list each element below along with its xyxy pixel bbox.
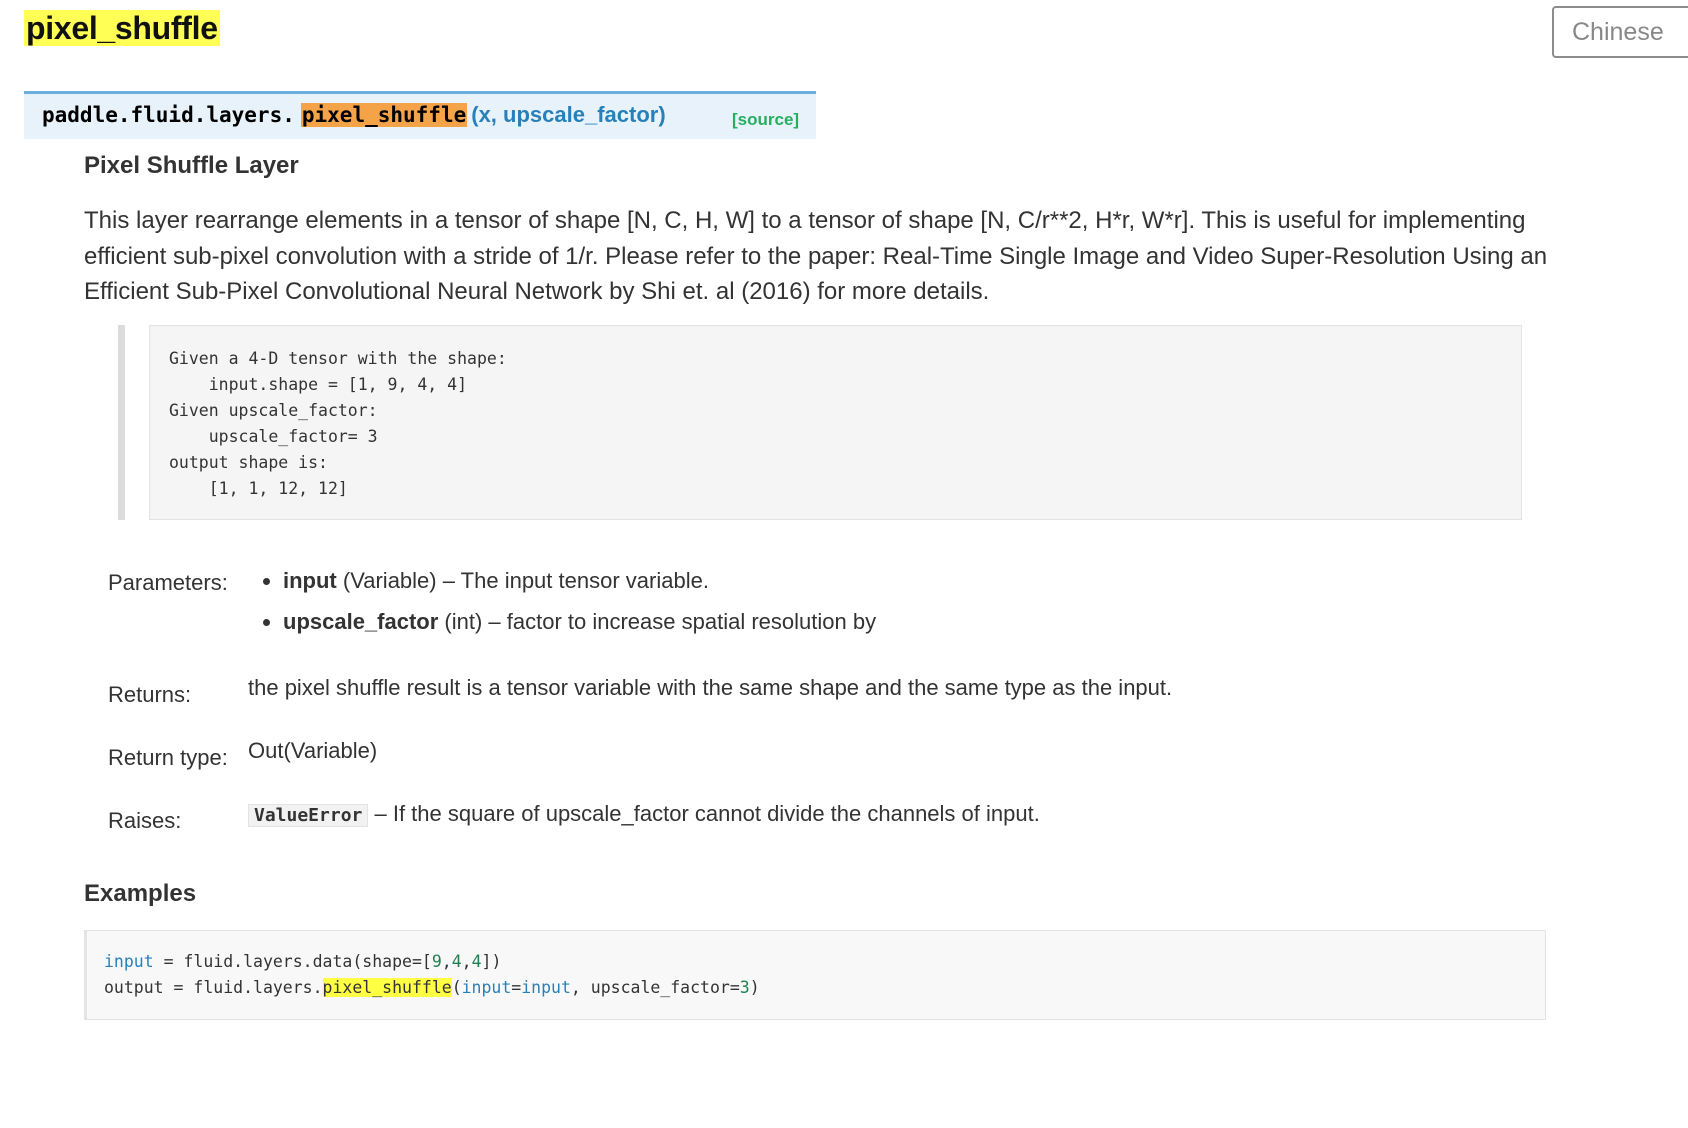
api-signature: paddle.fluid.layers. pixel_shuffle (x, ups… [24,91,816,139]
exception-name: ValueError [248,804,369,827]
description-paragraph: This layer rearrange elements in a tenso… [84,207,1548,305]
code-token: ) [749,978,760,997]
example-code-line-2: output = fluid.layers.pixel_shuffle(inpu… [104,975,1545,1001]
param-desc: (int) – factor to increase spatial resol… [438,609,877,634]
code-token: ( [451,978,462,997]
returns-text: the pixel shuffle result is a tensor var… [248,675,1173,700]
code-line: input.shape = [1, 9, 4, 4] [169,375,468,394]
code-line: Given a 4-D tensor with the shape: [169,349,507,368]
code-token: = fluid.layers.data(shape=[ [153,952,432,971]
return-type-text: Out(Variable) [248,738,378,763]
param-name: upscale_factor [283,609,439,634]
page-title: pixel_shuffle [24,10,220,47]
highlighted-function-name: pixel_shuffle [322,978,452,997]
code-token: 4 [451,952,462,971]
code-line: output shape is: [169,453,328,472]
code-token: , [461,952,472,971]
return-type-label: Return type: [108,745,228,770]
page-title-text: pixel_shuffle [24,10,220,46]
code-token: = [511,978,522,997]
parameters-list: input (Variable) – The input tensor vari… [248,568,876,650]
source-link[interactable]: [source] [732,110,799,130]
code-token: input [461,978,512,997]
code-token: 9 [431,952,442,971]
parameters-label: Parameters: [108,570,228,595]
code-token: 4 [471,952,482,971]
param-name: input [283,568,337,593]
code-token: input [104,952,154,971]
raises-text: – If the square of upscale_factor cannot… [368,801,1040,826]
examples-heading: Examples [84,880,197,907]
returns-label: Returns: [108,682,192,707]
code-token: ]) [481,952,502,971]
example-code-block: input = fluid.layers.data(shape=[9,4,4])… [84,930,1546,1020]
raises-label: Raises: [108,808,182,833]
code-token: input [521,978,571,997]
shape-example-code-block: Given a 4-D tensor with the shape: input… [149,325,1522,520]
example-code-line-1: input = fluid.layers.data(shape=[9,4,4]) [104,949,1545,975]
code-token: , [441,952,452,971]
raises-body: ValueError – If the square of upscale_fa… [248,801,1040,827]
section-subtitle: Pixel Shuffle Layer [84,152,299,179]
param-item-upscale-factor: upscale_factor (int) – factor to increas… [283,609,876,650]
signature-function-name: pixel_shuffle [300,103,468,127]
code-line: [1, 1, 12, 12] [169,479,348,498]
blockquote-bar [118,325,125,520]
code-token: , upscale_factor= [570,978,740,997]
language-toggle-button[interactable]: Chinese [1552,6,1688,58]
code-line: upscale_factor= 3 [169,427,378,446]
code-token: 3 [739,978,750,997]
code-line: Given upscale_factor: [169,401,378,420]
code-token: output = fluid.layers. [104,978,323,997]
signature-arguments: (x, upscale_factor) [471,102,666,127]
param-item-input: input (Variable) – The input tensor vari… [283,568,876,609]
signature-module-prefix: paddle.fluid.layers. [42,103,295,127]
param-desc: (Variable) – The input tensor variable. [336,568,709,593]
